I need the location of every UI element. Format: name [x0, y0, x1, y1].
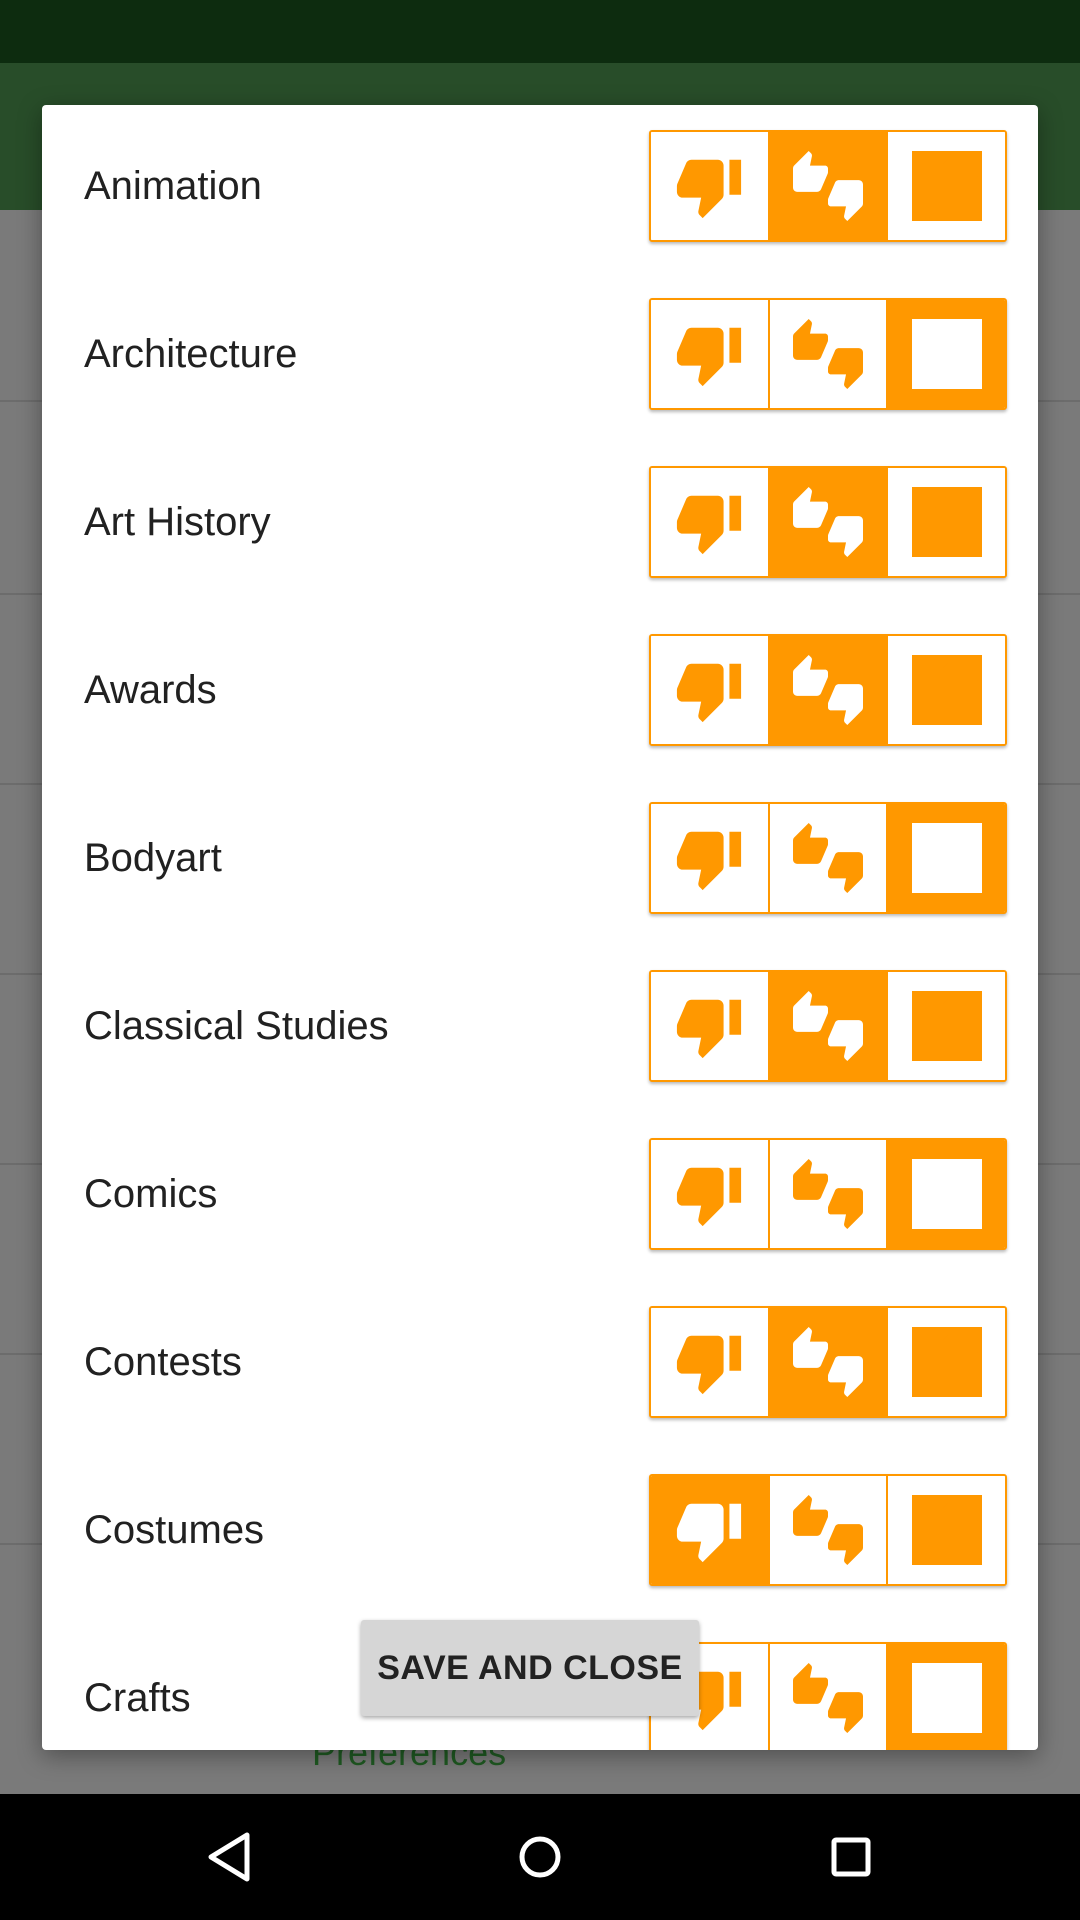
like-button[interactable] — [886, 132, 1005, 240]
thumbs-up-icon — [911, 151, 982, 221]
dislike-button[interactable] — [651, 300, 768, 408]
thumbs-up-icon — [911, 1159, 982, 1229]
save-and-close-button[interactable]: SAVE AND CLOSE — [361, 1620, 699, 1716]
neutral-button[interactable] — [767, 132, 887, 240]
thumbs-down-icon — [677, 999, 742, 1059]
dislike-button[interactable] — [651, 804, 768, 912]
neutral-button[interactable] — [767, 804, 887, 912]
category-label: Animation — [84, 164, 262, 208]
thumbs-up-icon — [911, 991, 982, 1061]
rating-toggle-group — [649, 802, 1007, 914]
thumbs-up-icon — [911, 487, 982, 557]
category-label: Contests — [84, 1340, 242, 1384]
category-row: Art History — [42, 466, 1038, 578]
rating-toggle-group — [649, 1306, 1007, 1418]
like-button[interactable] — [886, 300, 1005, 408]
thumbs-down-icon — [677, 1335, 742, 1395]
thumbs-up-down-icon — [793, 1327, 863, 1397]
like-button[interactable] — [886, 468, 1005, 576]
like-button[interactable] — [886, 1644, 1005, 1750]
preferences-dialog: Animation Architecture Art History Awards Bo… — [42, 105, 1038, 1750]
category-row: Costumes — [42, 1474, 1038, 1586]
thumbs-down-icon — [677, 327, 742, 387]
category-label: Bodyart — [84, 836, 222, 880]
thumbs-up-icon — [911, 655, 982, 725]
dislike-button[interactable] — [651, 972, 768, 1080]
category-row: Comics — [42, 1138, 1038, 1250]
status-bar — [0, 0, 1080, 63]
category-row: Classical Studies — [42, 970, 1038, 1082]
thumbs-up-down-icon — [793, 319, 863, 389]
like-button[interactable] — [886, 1140, 1005, 1248]
dislike-button[interactable] — [651, 1308, 768, 1416]
like-button[interactable] — [886, 972, 1005, 1080]
category-row: Contests — [42, 1306, 1038, 1418]
recents-square-icon — [831, 1837, 871, 1877]
thumbs-up-down-icon — [793, 1495, 863, 1565]
thumbs-down-icon — [677, 159, 742, 219]
category-label: Awards — [84, 668, 217, 712]
dislike-button[interactable] — [651, 1476, 768, 1584]
thumbs-up-down-icon — [793, 1159, 863, 1229]
rating-toggle-group — [649, 634, 1007, 746]
back-triangle-icon — [208, 1832, 250, 1882]
category-label: Architecture — [84, 332, 298, 376]
rating-toggle-group — [649, 298, 1007, 410]
back-button[interactable] — [189, 1817, 269, 1897]
thumbs-up-down-icon — [793, 991, 863, 1061]
rating-toggle-group — [649, 130, 1007, 242]
dislike-button[interactable] — [651, 636, 768, 744]
rating-toggle-group — [649, 970, 1007, 1082]
recents-button[interactable] — [811, 1817, 891, 1897]
neutral-button[interactable] — [767, 1308, 887, 1416]
dislike-button[interactable] — [651, 132, 768, 240]
neutral-button[interactable] — [767, 300, 887, 408]
home-circle-icon — [519, 1836, 561, 1878]
thumbs-up-down-icon — [793, 487, 863, 557]
category-label: Crafts — [84, 1676, 191, 1720]
dislike-button[interactable] — [651, 1140, 768, 1248]
thumbs-up-down-icon — [793, 1663, 863, 1733]
category-row: Architecture — [42, 298, 1038, 410]
category-label: Art History — [84, 500, 271, 544]
thumbs-up-icon — [911, 319, 982, 389]
rating-toggle-group — [649, 466, 1007, 578]
neutral-button[interactable] — [767, 468, 887, 576]
like-button[interactable] — [886, 636, 1005, 744]
dislike-button[interactable] — [651, 468, 768, 576]
rating-toggle-group — [649, 1474, 1007, 1586]
thumbs-down-icon — [677, 831, 742, 891]
like-button[interactable] — [886, 804, 1005, 912]
rating-toggle-group — [649, 1642, 1007, 1750]
category-row: Awards — [42, 634, 1038, 746]
thumbs-up-icon — [911, 1663, 982, 1733]
thumbs-down-icon — [677, 495, 742, 555]
neutral-button[interactable] — [767, 1644, 887, 1750]
thumbs-up-icon — [911, 1495, 982, 1565]
home-button[interactable] — [500, 1817, 580, 1897]
thumbs-up-down-icon — [793, 823, 863, 893]
thumbs-down-icon — [677, 1167, 742, 1227]
like-button[interactable] — [886, 1308, 1005, 1416]
thumbs-up-icon — [911, 1327, 982, 1397]
neutral-button[interactable] — [767, 636, 887, 744]
neutral-button[interactable] — [767, 972, 887, 1080]
neutral-button[interactable] — [767, 1140, 887, 1248]
thumbs-up-down-icon — [793, 655, 863, 725]
neutral-button[interactable] — [767, 1476, 887, 1584]
category-label: Comics — [84, 1172, 218, 1216]
rating-toggle-group — [649, 1138, 1007, 1250]
category-label: Costumes — [84, 1508, 265, 1552]
category-row: Bodyart — [42, 802, 1038, 914]
thumbs-up-icon — [911, 823, 982, 893]
thumbs-down-icon — [677, 1503, 742, 1563]
thumbs-down-icon — [677, 663, 742, 723]
category-row: Animation — [42, 130, 1038, 242]
category-label: Classical Studies — [84, 1004, 389, 1048]
thumbs-up-down-icon — [793, 151, 863, 221]
like-button[interactable] — [886, 1476, 1005, 1584]
